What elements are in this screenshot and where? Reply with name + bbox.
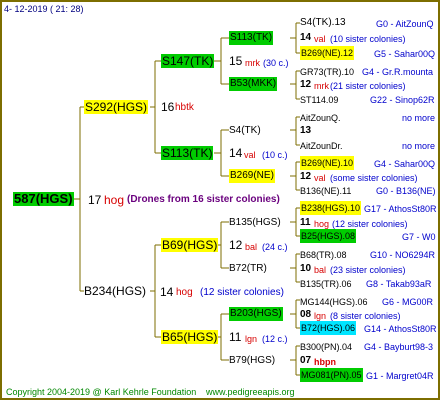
d-d-note: (12 c.): [262, 334, 288, 344]
d-d-queen[interactable]: B65(HGS): [161, 330, 219, 344]
ds-s-a[interactable]: B238(HGS).10: [300, 201, 362, 215]
root-queen[interactable]: 587(HGS): [13, 192, 74, 206]
ss-d-note: (21 sister colonies): [330, 81, 406, 91]
s-s-kind: mrk: [245, 58, 260, 68]
sd-d-b-info: G0 - B136(NE): [376, 186, 436, 196]
ds-d-b-info: G8 - Takab93aR: [366, 279, 432, 289]
sire-queen[interactable]: S292(HGS): [84, 100, 149, 114]
ss-s-a[interactable]: S4(TK).13: [300, 17, 346, 29]
ss-d-b[interactable]: ST114.09: [300, 94, 338, 106]
ds-d-a-info: G10 - NO6294R: [370, 250, 436, 260]
ss-s-note: (10 sister colonies): [330, 34, 406, 44]
sd-d-note: (some sister colonies): [330, 173, 418, 183]
ss-d-gen: 12: [300, 79, 312, 90]
ds-s-b[interactable]: B25(HGS).08: [300, 229, 357, 243]
ds-s-b-info: G7 - W0: [402, 232, 436, 242]
dd-d-b-info: G1 - Margret04R: [366, 371, 434, 381]
pedigree-chart: 4- 12-2019 ( 21: 28) 587(HGS) 17 hog (Dr…: [0, 0, 440, 400]
dam-queen[interactable]: B234(HGS): [84, 285, 146, 297]
ss-s-b-info: G5 - Sahar00Q: [374, 49, 436, 59]
sd-d-b[interactable]: B136(NE).11: [300, 185, 351, 197]
s-s-queen[interactable]: S147(TK): [161, 54, 215, 68]
dd-s-a-info: G6 - MG00R: [382, 297, 434, 307]
footer-copyright: Copyright 2004-2019 @ Karl Kehrle Founda…: [6, 387, 197, 397]
root-gen: 17: [88, 193, 102, 207]
dam-kind: hog: [176, 287, 193, 298]
ss-s-a-info: G0 - AitZounQ: [376, 19, 434, 29]
dd-d-gen: 07: [300, 355, 312, 366]
footer-website-link[interactable]: www.pedigreeapis.org: [206, 386, 295, 398]
s-d-queen[interactable]: S113(TK): [161, 146, 214, 160]
ss-s-queen[interactable]: S113(TK): [229, 31, 274, 45]
sd-s-a-info: no more: [402, 113, 436, 123]
ss-d-a-info: G4 - Gr.R.mounta: [362, 67, 434, 77]
ds-s-a-info: G17 - AthosSt80R: [364, 204, 437, 214]
sd-s-b[interactable]: AitZounDr.: [300, 140, 343, 152]
dd-d-queen[interactable]: B79(HGS): [229, 355, 275, 367]
ds-d-queen[interactable]: B72(TR): [229, 263, 267, 275]
s-s-note: (30 c.): [263, 58, 289, 68]
sd-s-a[interactable]: AitZounQ.: [300, 112, 341, 124]
d-d-gen: 11: [229, 330, 242, 344]
ds-s-gen: 11: [300, 217, 311, 228]
dd-d-a[interactable]: B300(PN).04: [300, 341, 352, 353]
ss-d-a[interactable]: GR73(TR).10: [300, 66, 354, 78]
dd-d-kind: hbpn: [314, 357, 336, 367]
s-d-kind: val: [244, 150, 256, 160]
ss-d-kind: mrk: [314, 81, 329, 91]
ds-s-queen[interactable]: B135(HGS): [229, 217, 281, 229]
dam-note: (12 sister colonies): [200, 287, 284, 298]
s-d-note: (10 c.): [262, 150, 288, 160]
s-d-gen: 14: [229, 146, 243, 160]
dd-s-a[interactable]: MG144(HGS).06: [300, 296, 368, 308]
d-s-queen[interactable]: B69(HGS): [161, 238, 219, 252]
ds-d-kind: bal: [314, 265, 327, 275]
dd-s-queen[interactable]: B203(HGS): [229, 307, 283, 321]
sire-gen: 16: [161, 100, 175, 114]
report-date: 4- 12-2019 ( 21: 28): [4, 4, 84, 14]
ds-d-gen: 10: [300, 263, 312, 274]
ds-d-b[interactable]: B135(TR).06: [300, 278, 352, 290]
sd-d-gen: 12: [300, 171, 312, 182]
sd-s-gen: 13: [300, 125, 312, 136]
ss-d-queen[interactable]: B53(MKK): [229, 77, 278, 91]
root-drone-note: (Drones from 16 sister colonies): [127, 194, 280, 205]
sd-d-a[interactable]: B269(NE).10: [300, 156, 355, 170]
ss-s-gen: 14: [300, 32, 312, 43]
sd-s-b-info: no more: [402, 141, 436, 151]
sd-d-kind: val: [314, 173, 326, 183]
d-s-gen: 12: [229, 238, 243, 252]
sd-s-queen[interactable]: S4(TK): [229, 125, 261, 137]
sire-kind: hbtk: [175, 102, 194, 113]
sd-d-a-info: G4 - Sahar00Q: [374, 159, 436, 169]
ss-s-kind: val: [314, 34, 326, 44]
dd-s-gen: 08: [300, 309, 312, 320]
s-s-gen: 15: [229, 54, 243, 68]
dd-s-b-info: G14 - AthosSt80R: [364, 324, 437, 334]
dd-d-a-info: G4 - Bayburt98-3: [364, 342, 434, 352]
d-s-kind: bal: [245, 242, 258, 252]
d-s-note: (24 c.): [262, 242, 288, 252]
sd-d-queen[interactable]: B269(NE): [229, 169, 275, 183]
d-d-kind: lgn: [245, 334, 258, 344]
dam-gen: 14: [160, 285, 174, 299]
dd-s-b[interactable]: B72(HGS).06: [300, 321, 357, 335]
ds-d-a[interactable]: B68(TR).08: [300, 249, 347, 261]
ss-s-b[interactable]: B269(NE).12: [300, 46, 355, 60]
dd-d-b[interactable]: MG081(PN).05: [300, 368, 363, 382]
ds-d-note: (23 sister colonies): [330, 265, 406, 275]
ss-d-b-info: G22 - Sinop62R: [370, 95, 435, 105]
root-kind: hog: [104, 193, 125, 207]
